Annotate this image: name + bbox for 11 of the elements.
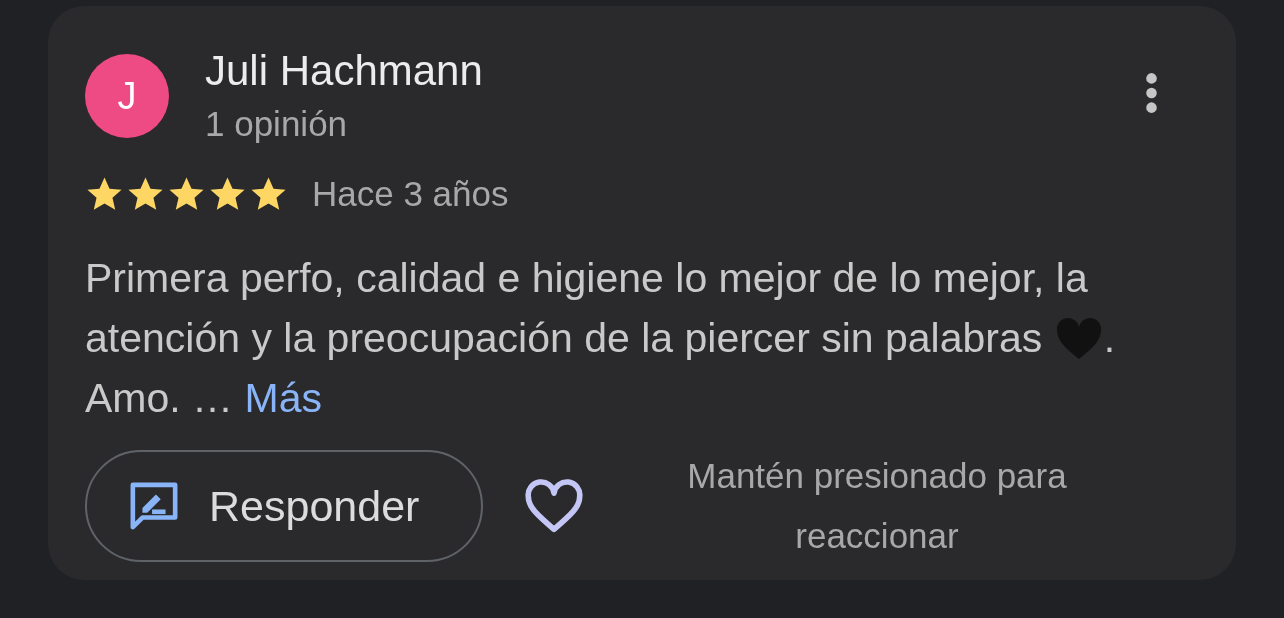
reaction-hint: Mantén presionado para reaccionar	[686, 455, 1068, 557]
heart-icon[interactable]	[523, 478, 585, 534]
more-link[interactable]: Más	[244, 375, 322, 421]
review-date: Hace 3 años	[312, 174, 509, 214]
review-count: 1 opinión	[205, 104, 349, 144]
reply-icon	[129, 481, 179, 531]
author-name[interactable]: Juli Hachmann	[205, 48, 1145, 94]
more-options-icon[interactable]	[1145, 70, 1158, 116]
review-text: Primera perfo, calidad e higiene lo mejor de lo mejor, la atención y la preocupación de la piercer sin palabras . Amo. … Más	[85, 254, 1117, 423]
avatar[interactable]: J	[85, 54, 169, 138]
reply-button[interactable]: Responder	[85, 450, 483, 562]
